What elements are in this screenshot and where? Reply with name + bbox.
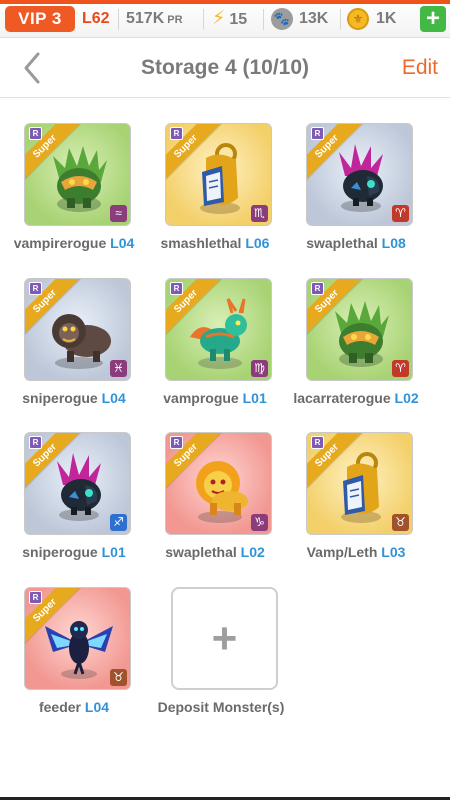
zodiac-sign-icon: ♐ [110,514,127,531]
rarity-badge: R [311,282,324,295]
monster-level: L01 [242,390,267,406]
edit-button[interactable]: Edit [402,56,438,80]
deposit-label: Deposit Monster(s) [157,699,285,715]
monster-label: sniperogue L01 [4,544,144,560]
energy-value: 15 [229,11,248,28]
monster-level: L08 [381,235,406,251]
power-unit: PR [167,14,183,26]
zodiac-sign-icon: ≈ [110,205,127,222]
zodiac-sign-icon: ♍ [251,360,268,377]
status-bar: VIP 3 L62 517K PR ⚡ 15 🐾 13K ⚜ 1K + [0,0,450,38]
monster-slot[interactable]: Super R ♉ feeder L04 [4,587,144,737]
monster-label: smashlethal L06 [145,235,285,251]
monster-name: sniperogue [22,544,98,560]
monster-card[interactable]: Super R ♓ [24,278,131,381]
rarity-badge: R [29,591,42,604]
monster-name: Vamp/Leth [306,544,378,560]
monster-label: vamprogue L01 [145,390,285,406]
coin-icon: ⚜ [347,8,369,30]
monster-name: lacarraterogue [293,390,391,406]
monster-level: L04 [110,235,135,251]
monster-level: L01 [101,544,126,560]
monster-slot[interactable]: Super R ≈ vampirerogue L04 [4,123,144,273]
rarity-badge: R [29,282,42,295]
rarity-badge: R [29,127,42,140]
rarity-badge: R [170,436,183,449]
player-level: L62 [82,10,110,27]
coin-value: 1K [376,10,397,27]
monster-card[interactable]: Super R ♈ [306,278,413,381]
divider [340,9,341,30]
deposit-slot[interactable]: + Deposit Monster(s) [151,587,291,737]
monster-card[interactable]: Super R ♐ [24,432,131,535]
monster-level: L03 [381,544,406,560]
monster-card[interactable]: Super R ≈ [24,123,131,226]
zodiac-sign-icon: ♑ [251,514,268,531]
plus-icon: + [211,614,238,663]
monster-card[interactable]: Super R ♏ [165,123,272,226]
monster-slot[interactable]: Super R ♓ sniperogue L04 [4,278,144,428]
lightning-icon: ⚡ [212,8,226,29]
monster-level: L02 [394,390,419,406]
monster-level: L06 [245,235,270,251]
coin-counter: ⚜ 1K [347,7,396,31]
rarity-badge: R [29,436,42,449]
monster-label: vampirerogue L04 [4,235,144,251]
rarity-badge: R [170,282,183,295]
divider [263,9,264,30]
monster-label: swaplethal L02 [145,544,285,560]
zodiac-sign-icon: ♈ [392,205,409,222]
monster-level: L02 [240,544,265,560]
monster-slot[interactable]: Super R ♑ swaplethal L02 [145,432,285,582]
monster-name: swaplethal [165,544,237,560]
zodiac-sign-icon: ♉ [392,514,409,531]
divider [118,9,119,30]
monster-level: L04 [101,390,126,406]
monster-name: vamprogue [163,390,239,406]
vip-badge[interactable]: VIP 3 [5,6,75,32]
monster-slot[interactable]: Super R ♏ smashlethal L06 [145,123,285,273]
monster-level: L04 [84,699,110,715]
monster-card[interactable]: Super R ♈ [306,123,413,226]
paw-icon: 🐾 [271,8,293,30]
nav-header: Storage 4 (10/10) Edit [0,38,450,98]
zodiac-sign-icon: ♈ [392,360,409,377]
energy-counter: ⚡ 15 [212,7,247,32]
monster-name: vampirerogue [13,235,107,251]
monster-card[interactable]: Super R ♑ [165,432,272,535]
monster-name: sniperogue [22,390,98,406]
zodiac-sign-icon: ♓ [110,360,127,377]
food-counter: 🐾 13K [271,7,328,31]
page-title: Storage 4 (10/10) [140,56,310,79]
monster-label: swaplethal L08 [286,235,426,251]
food-value: 13K [299,10,329,27]
power-value: 517K [126,10,165,27]
rarity-badge: R [311,127,324,140]
rarity-badge: R [311,436,324,449]
monster-label: lacarraterogue L02 [286,390,426,406]
monster-card[interactable]: Super R ♉ [306,432,413,535]
monster-name: feeder [38,699,81,715]
accent-line [0,0,450,4]
monster-label: Vamp/Leth L03 [286,544,426,560]
monster-slot[interactable]: Super R ♈ swaplethal L08 [286,123,426,273]
monster-card[interactable]: Super R ♉ [24,587,131,690]
monster-slot[interactable]: Super R ♐ sniperogue L01 [4,432,144,582]
deposit-monster-button[interactable]: + [171,587,278,690]
power-rating: 517K PR [126,7,183,32]
monster-slot[interactable]: Super R ♈ lacarraterogue L02 [286,278,426,428]
monster-label: sniperogue L04 [4,390,144,406]
rarity-badge: R [170,127,183,140]
monster-name: smashlethal [160,235,242,251]
zodiac-sign-icon: ♉ [110,669,127,686]
monster-card[interactable]: Super R ♍ [165,278,272,381]
monster-slot[interactable]: Super R ♍ vamprogue L01 [145,278,285,428]
monster-name: swaplethal [306,235,378,251]
divider [203,9,204,30]
monster-label: feeder L04 [4,699,144,715]
monster-slot[interactable]: Super R ♉ Vamp/Leth L03 [286,432,426,582]
zodiac-sign-icon: ♏ [251,205,268,222]
add-currency-button[interactable]: + [420,6,446,32]
